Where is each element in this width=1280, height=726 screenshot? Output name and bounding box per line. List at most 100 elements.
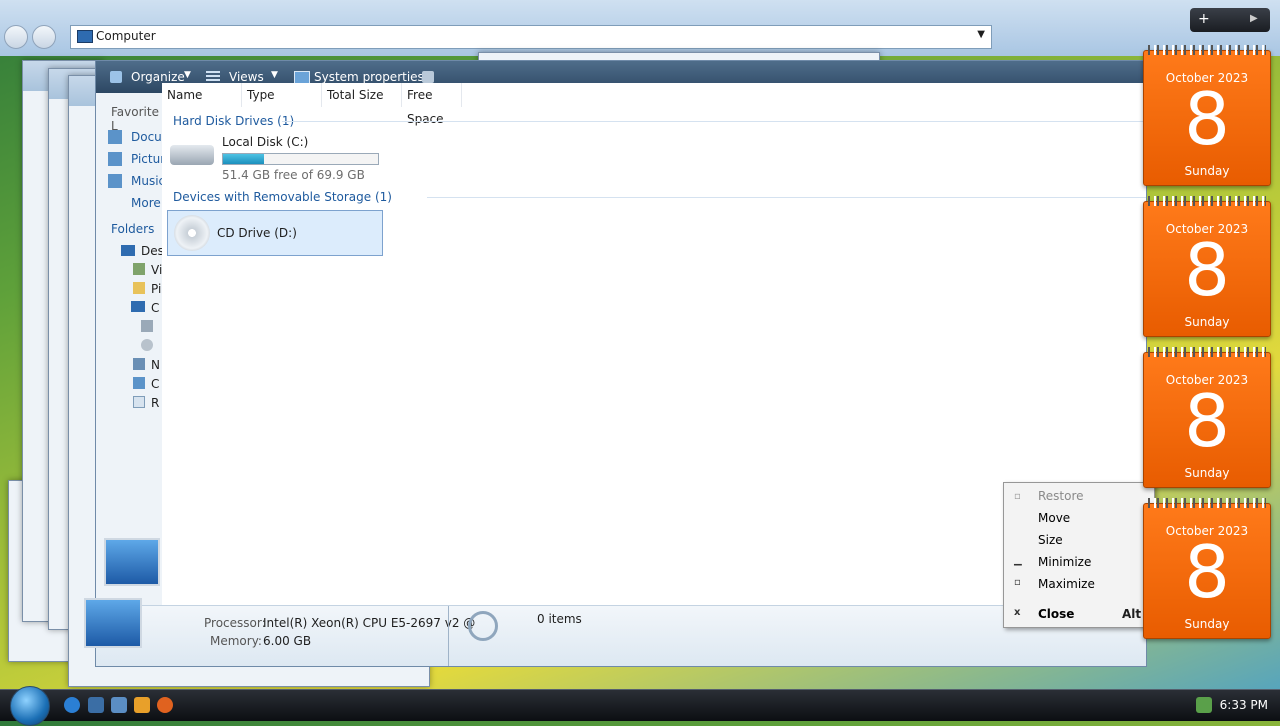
tree-item-control-panel[interactable]: C [151,377,159,391]
gadget-weekday: Sunday [1184,164,1230,178]
next-icon[interactable]: ▶ [1250,13,1258,24]
binder-rings [1148,347,1266,357]
uninstall-icon [422,71,434,83]
column-type[interactable]: Type [242,83,322,107]
group-divider [427,197,1146,198]
switch-windows-icon[interactable] [111,697,127,713]
tree-item[interactable]: Pi [151,282,161,296]
address-field[interactable]: Computer ▼ [70,25,992,49]
desktop-icon [121,245,135,256]
gadget-day: 8 [1184,530,1230,614]
gadget-day: 8 [1184,379,1230,463]
column-free-space[interactable]: Free Space [402,83,462,126]
processor-value: Intel(R) Xeon(R) CPU E5-2697 v2 @ [263,616,476,630]
gadget-day: 8 [1184,77,1230,161]
group-hard-disk[interactable]: Hard Disk Drives (1) [173,114,294,128]
minimize-icon: ▁ [1014,555,1022,566]
computer-icon [131,301,145,312]
media-player-icon[interactable] [134,697,150,713]
tree-item-network[interactable]: N [151,358,160,372]
calendar-gadget[interactable]: October 2023 8 Sunday [1143,45,1271,186]
details-divider [448,606,449,666]
firefox-icon[interactable] [157,697,173,713]
disk-usage-bar [222,153,379,165]
binder-rings [1148,45,1266,55]
calendar-gadget[interactable]: October 2023 8 Sunday [1143,498,1271,639]
folders-header[interactable]: Folders [111,222,154,236]
drive-icon [141,320,153,332]
memory-label: Memory: [210,634,262,648]
computer-icon [77,30,93,43]
documents-icon [108,130,122,144]
menu-item-size[interactable]: Size [1038,533,1063,547]
internet-explorer-icon[interactable] [64,697,80,713]
show-desktop-icon[interactable] [88,697,104,713]
views-button[interactable]: Views [229,70,264,84]
organize-button[interactable]: Organize [131,70,185,84]
control-panel-icon [133,377,145,389]
computer-large-icon [104,538,160,586]
network-icon [133,358,145,370]
cd-drive-icon [174,215,210,251]
tree-item-desktop[interactable]: Des [141,244,162,258]
address-bar-region: Computer ▼ [0,0,1280,56]
pictures-link[interactable]: Pictur [131,152,162,166]
search-icon [468,611,498,641]
calendar-gadget[interactable]: October 2023 8 Sunday [1143,196,1271,337]
tree-item[interactable]: Vi [151,263,162,277]
menu-item-minimize[interactable]: Minimize [1038,555,1091,569]
forward-button[interactable] [32,25,56,49]
explorer-window: Organize ▼ Views ▼ System properties Fav… [84,60,1147,667]
start-button[interactable] [10,686,50,726]
cd-icon [141,339,153,351]
gadget-day: 8 [1184,228,1230,312]
network-tray-icon[interactable] [1196,697,1212,713]
maximize-icon: ▫ [1014,577,1021,588]
computer-large-icon [84,598,142,648]
back-button[interactable] [4,25,28,49]
favorite-links-label: Favorite L [111,105,159,133]
folder-icon [133,263,145,275]
documents-link[interactable]: Docu [131,130,162,144]
clock[interactable]: 6:33 PM [1220,698,1268,712]
drive-name: Local Disk (C:) [222,135,309,149]
drive-local-disk[interactable]: Local Disk (C:) 51.4 GB free of 69.9 GB [168,133,388,182]
music-icon [108,174,122,188]
column-total-size[interactable]: Total Size [322,83,402,107]
calendar-gadget[interactable]: October 2023 8 Sunday [1143,347,1271,488]
gadget-weekday: Sunday [1184,617,1230,631]
views-icon [206,71,220,83]
close-shortcut: Alt [1122,607,1142,621]
more-link[interactable]: More [131,196,161,210]
drive-name: CD Drive (D:) [217,226,297,240]
organize-icon [110,71,122,83]
restore-icon: ▫ [1014,491,1021,502]
column-name[interactable]: Name [162,83,242,107]
gadget-weekday: Sunday [1184,315,1230,329]
system-properties-button[interactable]: System properties [314,70,424,84]
pictures-icon [108,152,122,166]
file-list: Name Type Total Size Free Space Hard Dis… [162,83,1146,666]
window-context-menu: ▫ Restore Move Size ▁ Minimize ▫ Maximiz… [1003,482,1155,628]
group-removable[interactable]: Devices with Removable Storage (1) [173,190,392,204]
chevron-down-icon[interactable]: ▼ [977,29,985,40]
group-divider [282,121,1146,122]
menu-item-restore[interactable]: Restore [1038,489,1084,503]
tree-item-computer[interactable]: C [151,301,159,315]
navigation-pane: Favorite L Docu Pictur Music More Folder… [96,93,163,666]
menu-item-move[interactable]: Move [1038,511,1070,525]
drive-free-space: 51.4 GB free of 69.9 GB [222,168,365,182]
music-link[interactable]: Music [131,174,162,188]
menu-item-close[interactable]: Close [1038,607,1074,621]
chevron-down-icon: ▼ [271,70,278,80]
items-count: 0 items [537,612,582,626]
gadget-weekday: Sunday [1184,466,1230,480]
menu-item-maximize[interactable]: Maximize [1038,577,1095,591]
binder-rings [1148,498,1266,508]
drive-cd[interactable]: CD Drive (D:) [167,210,383,256]
sidebar-controls: + ▶ [1190,8,1270,32]
memory-value: 6.00 GB [263,634,312,648]
close-icon: x [1014,607,1021,618]
add-gadget-icon[interactable]: + [1198,11,1210,27]
tree-item-recycle-bin[interactable]: R [151,396,159,410]
